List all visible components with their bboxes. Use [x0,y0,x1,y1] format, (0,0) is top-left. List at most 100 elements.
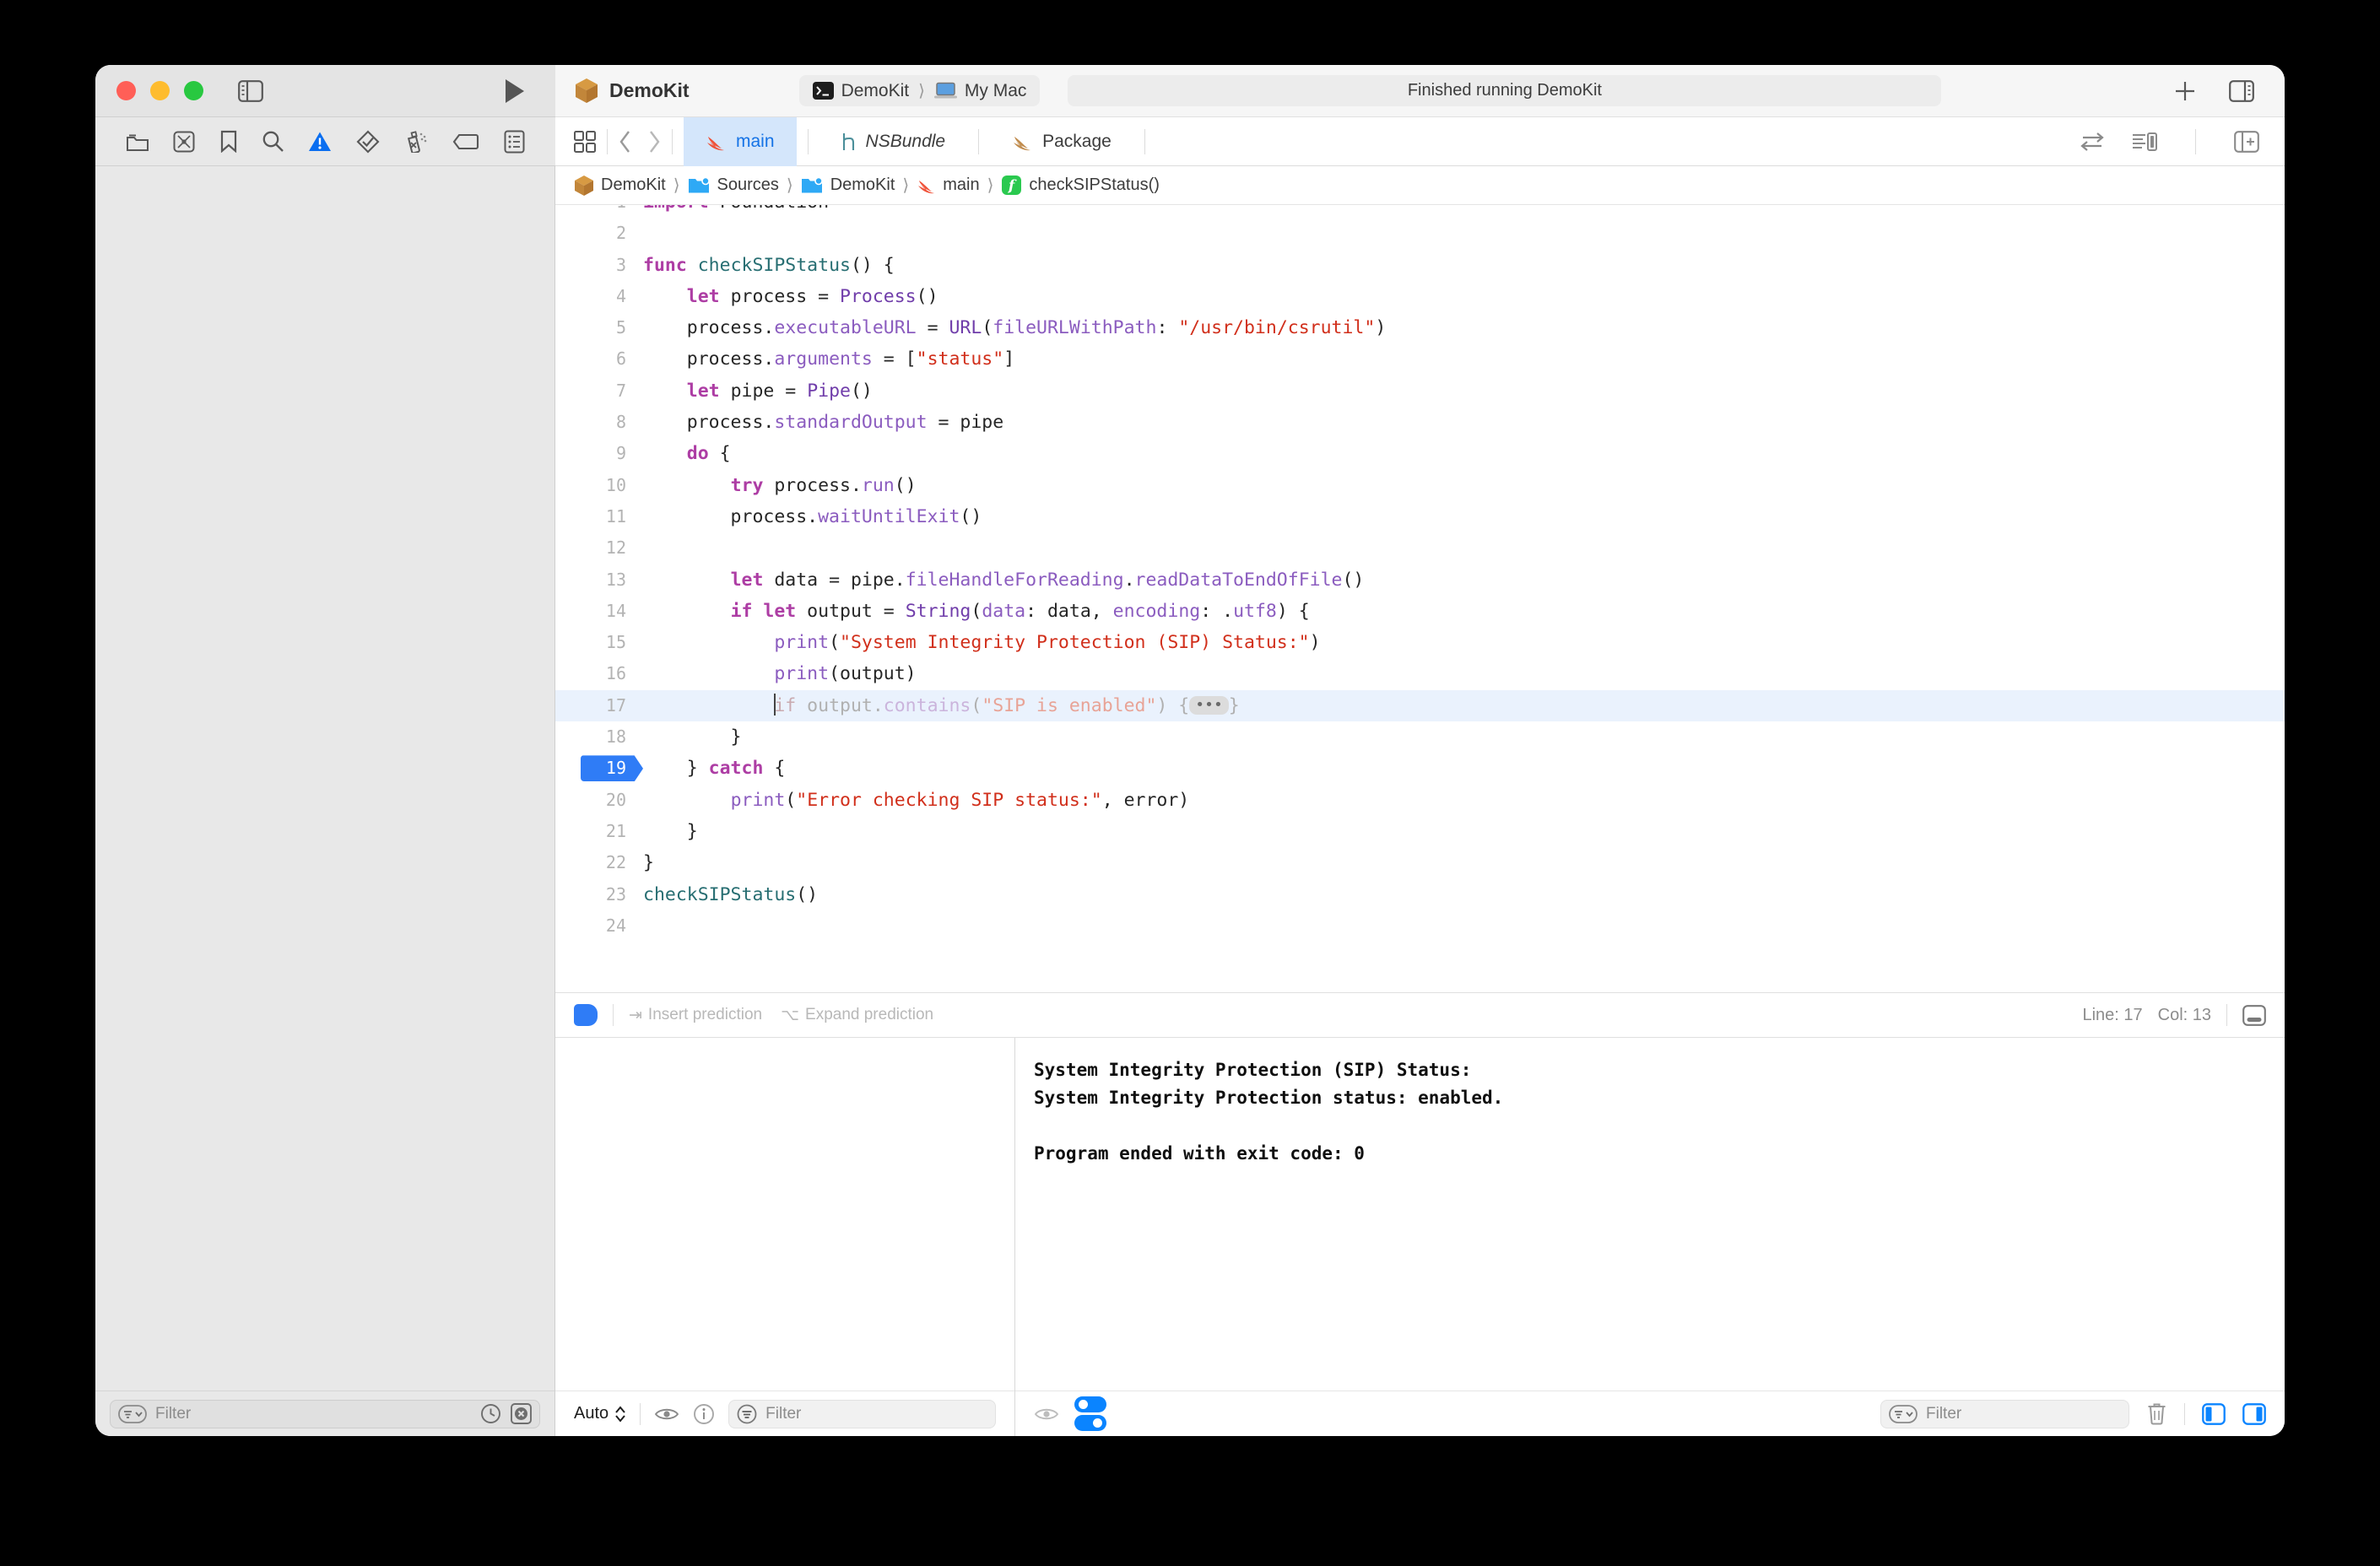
breadcrumb-item-demokit-package[interactable]: DemoKit [574,175,666,197]
eye-icon[interactable] [1034,1406,1059,1423]
line-number[interactable]: 4 [555,281,643,312]
navigator-filter-field[interactable]: Filter [110,1399,540,1428]
line-number[interactable]: 8 [555,407,643,438]
line-number[interactable]: 16 [555,658,643,689]
line-number[interactable]: 18 [555,721,643,753]
toggle-top[interactable] [1074,1396,1106,1412]
breadcrumb-item-main[interactable]: main [917,176,980,195]
tab-main[interactable]: main [684,116,797,166]
dual-toggle-icon[interactable] [1074,1396,1106,1431]
test-diamond-icon[interactable] [356,130,380,154]
run-play-icon[interactable] [504,78,526,104]
line-number[interactable]: 3 [555,250,643,281]
variables-list[interactable] [555,1038,1014,1390]
line-number[interactable]: 6 [555,343,643,375]
activity-view[interactable]: Finished running DemoKit [1068,75,1942,106]
show-console-pane-icon[interactable] [2242,1402,2266,1425]
line-number[interactable]: 7 [555,375,643,407]
source-control-icon[interactable] [173,131,195,153]
line-number[interactable]: 15 [555,627,643,658]
add-editor-icon[interactable] [2234,130,2259,153]
chevron-right-icon[interactable] [647,130,661,154]
line-number[interactable]: 21 [555,816,643,847]
debug-area-toggle-icon[interactable] [2242,1004,2266,1026]
maximize-button[interactable] [184,81,203,100]
eye-icon[interactable] [654,1406,679,1423]
code-line[interactable]: 23 checkSIPStatus() [555,879,2285,910]
line-number[interactable]: 12 [555,532,643,564]
chevron-left-icon[interactable] [619,130,632,154]
expand-prediction-hint[interactable]: ⌥ Expand prediction [781,1006,933,1025]
breakpoint-marker[interactable]: 19 [555,753,643,784]
code-line[interactable]: 15 print("System Integrity Protection (S… [555,627,2285,658]
code-editor[interactable]: 1import Foundation23func checkSIPStatus(… [555,205,2285,992]
console-output[interactable]: System Integrity Protection (SIP) Status… [1015,1038,2285,1390]
warning-triangle-icon[interactable] [308,131,332,153]
line-number[interactable]: 24 [555,910,643,942]
filter-dropdown-icon[interactable] [118,1404,147,1423]
code-line[interactable]: 3 func checkSIPStatus() { [555,250,2285,281]
folder-icon[interactable] [126,132,149,152]
code-line[interactable]: 7 let pipe = Pipe() [555,375,2285,407]
code-line[interactable]: 10 try process.run() [555,470,2285,501]
variables-filter-field[interactable]: Filter [728,1399,996,1428]
line-number[interactable]: 10 [555,470,643,501]
breadcrumb-item-function[interactable]: f checkSIPStatus() [1001,175,1160,196]
debug-spray-icon[interactable] [403,130,429,153]
minimize-button[interactable] [150,81,170,100]
code-line[interactable]: 5 process.executableURL = URL(fileURLWit… [555,312,2285,343]
code-line[interactable]: 1 import Foundation [555,205,2285,218]
code-line[interactable]: 8 process.standardOutput = pipe [555,407,2285,438]
bookmark-icon[interactable] [219,130,238,153]
tab-nsbundle[interactable]: NSBundle [819,117,968,166]
clear-x-icon[interactable] [511,1403,532,1424]
line-number[interactable]: 9 [555,438,643,469]
search-icon[interactable] [262,130,284,153]
info-circle-icon[interactable] [693,1403,715,1425]
code-line[interactable]: 11 process.waitUntilExit() [555,501,2285,532]
line-number[interactable]: 5 [555,312,643,343]
tab-package[interactable]: Package [990,117,1133,166]
close-button[interactable] [116,81,136,100]
right-sidebar-toggle-icon[interactable] [2229,79,2254,102]
compare-versions-icon[interactable] [2080,132,2105,152]
code-line[interactable]: 22} [555,847,2285,878]
code-line[interactable]: 14 if let output = String(data: data, en… [555,596,2285,627]
trash-icon[interactable] [2146,1402,2167,1425]
line-number[interactable]: 17 [555,690,643,721]
code-line[interactable]: 18 } [555,721,2285,753]
collapsed-block-pill[interactable]: ••• [1189,695,1229,715]
code-line[interactable]: 20 print("Error checking SIP status:", e… [555,785,2285,816]
filter-dropdown-icon[interactable] [1889,1404,1918,1423]
tab-overview-icon[interactable] [574,130,596,153]
line-number[interactable]: 1 [555,205,643,218]
plus-icon[interactable] [2173,79,2197,103]
recent-clock-icon[interactable] [480,1403,501,1424]
line-number[interactable]: 13 [555,564,643,596]
filter-dropdown-icon[interactable] [737,1404,757,1424]
code-line[interactable]: 4 let process = Process() [555,281,2285,312]
breadcrumb-item-sources[interactable]: Sources [688,176,779,195]
code-line[interactable]: 2 [555,218,2285,249]
code-line[interactable]: 24 [555,910,2285,942]
code-line[interactable]: 17 if output.contains("SIP is enabled") … [555,689,2285,722]
code-line[interactable]: 9 do { [555,438,2285,469]
line-number[interactable]: 2 [555,218,643,249]
scheme-selector[interactable]: DemoKit ⟩ My Mac [798,75,1041,106]
navigator-content[interactable] [95,166,554,1390]
line-number[interactable]: 14 [555,596,643,627]
code-line[interactable]: 16 print(output) [555,658,2285,689]
line-number[interactable]: 22 [555,847,643,878]
code-line[interactable]: 19 } catch { [555,753,2285,784]
left-sidebar-toggle-icon[interactable] [238,79,263,102]
show-variables-pane-icon[interactable] [2202,1402,2226,1425]
breakpoint-tag-icon[interactable] [452,133,479,150]
console-filter-field[interactable]: Filter [1880,1399,2129,1428]
minimap-outline-icon[interactable] [2132,132,2157,152]
code-line[interactable]: 6 process.arguments = ["status"] [555,343,2285,375]
report-list-icon[interactable] [504,130,525,154]
breadcrumb-item-demokit-folder[interactable]: DemoKit [801,176,895,195]
code-line[interactable]: 21 } [555,816,2285,847]
line-number[interactable]: 20 [555,785,643,816]
variables-scope-selector[interactable]: Auto [574,1404,626,1423]
